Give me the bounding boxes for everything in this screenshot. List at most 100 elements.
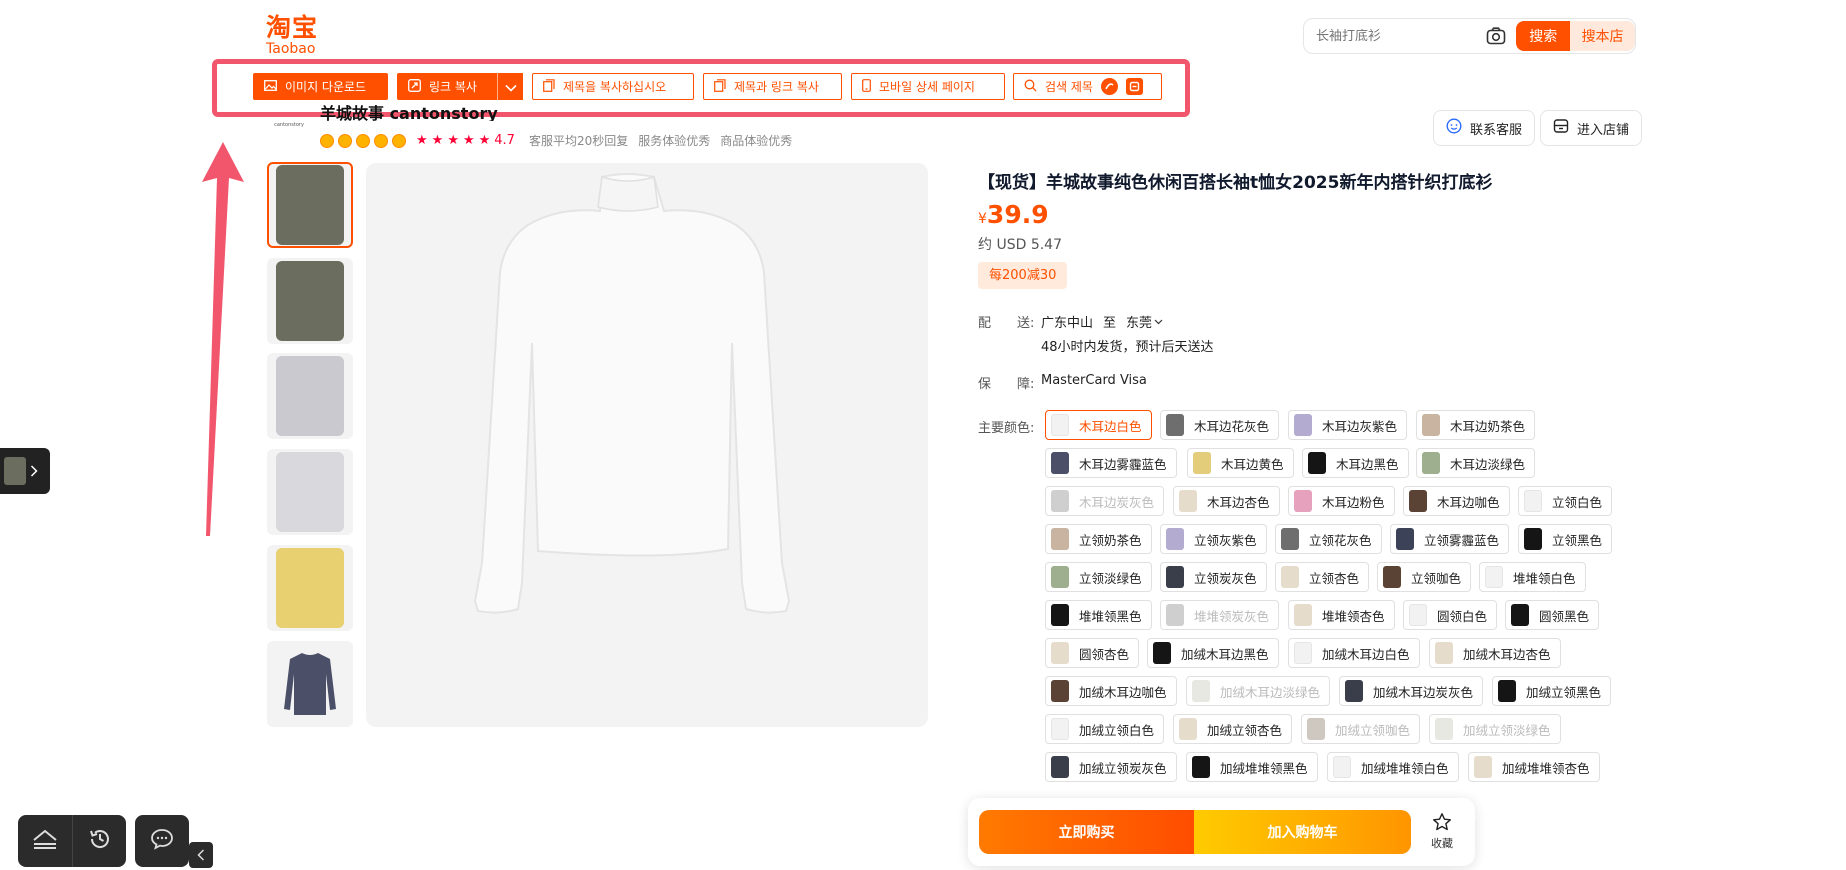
color-option[interactable]: 木耳边雾霾蓝色 bbox=[1045, 448, 1177, 478]
color-option[interactable]: 立领炭灰色 bbox=[1160, 562, 1267, 592]
swatch-icon bbox=[1345, 680, 1363, 702]
search-title-button[interactable]: 검색 제목 bbox=[1013, 73, 1162, 100]
color-option[interactable]: 木耳边花灰色 bbox=[1160, 410, 1280, 440]
color-option[interactable]: 立领淡绿色 bbox=[1045, 562, 1152, 592]
color-option[interactable]: 立领雾霾蓝色 bbox=[1390, 524, 1510, 554]
ship-from: 广东中山 bbox=[1041, 316, 1094, 331]
color-option[interactable]: 立领白色 bbox=[1518, 486, 1613, 516]
floating-product-tab[interactable] bbox=[0, 448, 50, 494]
color-option[interactable]: 加绒木耳边炭灰色 bbox=[1339, 676, 1484, 706]
color-option-label: 圆领杏色 bbox=[1079, 646, 1130, 662]
camera-icon[interactable] bbox=[1486, 25, 1506, 47]
swatch-icon bbox=[1281, 528, 1299, 550]
download-image-button[interactable]: 이미지 다운로드 bbox=[253, 73, 388, 100]
chat-button[interactable] bbox=[135, 815, 189, 867]
copy-title-link-button[interactable]: 제목과 링크 복사 bbox=[703, 73, 842, 100]
color-option[interactable]: 加绒木耳边白色 bbox=[1288, 638, 1420, 668]
color-option[interactable]: 木耳边咖色 bbox=[1403, 486, 1510, 516]
main-product-image[interactable] bbox=[366, 163, 928, 727]
color-option[interactable]: 圆领杏色 bbox=[1045, 638, 1140, 668]
color-option[interactable]: 加绒堆堆领杏色 bbox=[1468, 752, 1600, 782]
color-option-label: 立领灰紫色 bbox=[1194, 532, 1257, 548]
swatch-icon bbox=[1333, 756, 1351, 778]
thumbnail-image bbox=[276, 356, 344, 436]
mobile-detail-button[interactable]: 모바일 상세 페이지 bbox=[851, 73, 1005, 100]
chat-bubble-icon bbox=[150, 828, 174, 854]
color-option[interactable]: 木耳边粉色 bbox=[1288, 486, 1395, 516]
color-option-label: 堆堆领白色 bbox=[1513, 570, 1576, 586]
color-option[interactable]: 堆堆领黑色 bbox=[1045, 600, 1152, 630]
thumbnail-2[interactable] bbox=[267, 258, 353, 344]
color-option-label: 堆堆领黑色 bbox=[1079, 608, 1142, 624]
ship-to-selector[interactable]: 东莞 bbox=[1126, 312, 1163, 331]
color-option[interactable]: 加绒立领白色 bbox=[1045, 714, 1165, 744]
swatch-icon bbox=[1179, 490, 1197, 512]
color-option[interactable]: 加绒堆堆领黑色 bbox=[1186, 752, 1318, 782]
color-option: 加绒立领咖色 bbox=[1301, 714, 1421, 744]
swatch-icon bbox=[1498, 680, 1516, 702]
color-option[interactable]: 加绒木耳边杏色 bbox=[1429, 638, 1561, 668]
color-option[interactable]: 加绒堆堆领白色 bbox=[1327, 752, 1459, 782]
add-to-cart-button[interactable]: 加入购物车 bbox=[1194, 810, 1411, 854]
color-option[interactable]: 堆堆领杏色 bbox=[1288, 600, 1395, 630]
color-option[interactable]: 立领花灰色 bbox=[1275, 524, 1382, 554]
thumbnail-1[interactable] bbox=[267, 162, 353, 248]
color-option-label: 加绒木耳边杏色 bbox=[1463, 646, 1551, 662]
color-option[interactable]: 堆堆领白色 bbox=[1479, 562, 1586, 592]
color-option[interactable]: 木耳边杏色 bbox=[1173, 486, 1280, 516]
guarantee-label: 保 障: bbox=[978, 377, 1035, 392]
color-option[interactable]: 加绒木耳边黑色 bbox=[1147, 638, 1279, 668]
color-option[interactable]: 加绒立领黑色 bbox=[1492, 676, 1612, 706]
copy-link-button[interactable]: 링크 복사 bbox=[397, 73, 497, 100]
color-option[interactable]: 木耳边黄色 bbox=[1187, 448, 1294, 478]
search-input[interactable] bbox=[1316, 28, 1476, 44]
contact-service-label: 联系客服 bbox=[1470, 122, 1523, 138]
enter-shop-button[interactable]: 进入店铺 bbox=[1540, 110, 1643, 146]
thumbnail-5[interactable] bbox=[267, 545, 353, 631]
promo-badge[interactable]: 每200减30 bbox=[978, 262, 1068, 289]
contact-service-button[interactable]: 联系客服 bbox=[1433, 110, 1536, 146]
color-option[interactable]: 圆领白色 bbox=[1403, 600, 1498, 630]
taobao-search-icon[interactable] bbox=[1125, 78, 1143, 95]
history-button[interactable] bbox=[72, 815, 126, 867]
copy-title-button[interactable]: 제목을 복사하십시오 bbox=[532, 73, 694, 100]
history-icon bbox=[88, 827, 112, 855]
color-option-label: 木耳边奶茶色 bbox=[1450, 418, 1526, 434]
color-option[interactable]: 加绒立领炭灰色 bbox=[1045, 752, 1177, 782]
color-option[interactable]: 立领奶茶色 bbox=[1045, 524, 1152, 554]
swatch-icon bbox=[1192, 680, 1210, 702]
color-option[interactable]: 圆领黑色 bbox=[1505, 600, 1600, 630]
color-option[interactable]: 立领咖色 bbox=[1377, 562, 1472, 592]
search-bar: 搜索 搜本店 bbox=[1303, 18, 1636, 54]
color-option[interactable]: 立领杏色 bbox=[1275, 562, 1370, 592]
thumbnail-4[interactable] bbox=[267, 449, 353, 535]
color-option[interactable]: 加绒木耳边咖色 bbox=[1045, 676, 1177, 706]
swatch-icon bbox=[1051, 566, 1069, 588]
color-option[interactable]: 立领黑色 bbox=[1518, 524, 1613, 554]
ali-search-icon[interactable] bbox=[1100, 78, 1118, 95]
thumbnail-6[interactable] bbox=[267, 641, 353, 727]
shop-name[interactable]: 羊城故事 cantonstory bbox=[320, 104, 498, 122]
color-option[interactable]: 木耳边灰紫色 bbox=[1288, 410, 1408, 440]
color-option[interactable]: 木耳边白色 bbox=[1045, 410, 1152, 440]
shop-logo[interactable]: cantonstory bbox=[268, 112, 310, 140]
star-icon: ★ bbox=[431, 133, 444, 148]
swatch-icon bbox=[1051, 414, 1069, 436]
color-option-label: 加绒立领杏色 bbox=[1207, 722, 1283, 738]
layers-button[interactable] bbox=[18, 815, 72, 867]
color-option[interactable]: 木耳边黑色 bbox=[1302, 448, 1409, 478]
search-button[interactable]: 搜索 bbox=[1516, 21, 1571, 51]
color-option[interactable]: 立领灰紫色 bbox=[1160, 524, 1267, 554]
color-option[interactable]: 加绒立领杏色 bbox=[1173, 714, 1293, 744]
color-option[interactable]: 木耳边奶茶色 bbox=[1416, 410, 1536, 440]
thumbnail-3[interactable] bbox=[267, 353, 353, 439]
favorite-button[interactable]: 收藏 bbox=[1424, 812, 1460, 851]
buy-now-button[interactable]: 立即购买 bbox=[979, 810, 1194, 854]
price-currency: ¥ bbox=[978, 211, 987, 227]
search-shop-button[interactable]: 搜本店 bbox=[1570, 21, 1635, 51]
collapse-dock-button[interactable] bbox=[189, 842, 213, 868]
taobao-logo[interactable]: 淘宝 Taobao bbox=[266, 14, 336, 58]
swatch-icon bbox=[1294, 604, 1312, 626]
copy-link-dropdown-button[interactable] bbox=[497, 73, 523, 100]
color-option[interactable]: 木耳边淡绿色 bbox=[1416, 448, 1536, 478]
